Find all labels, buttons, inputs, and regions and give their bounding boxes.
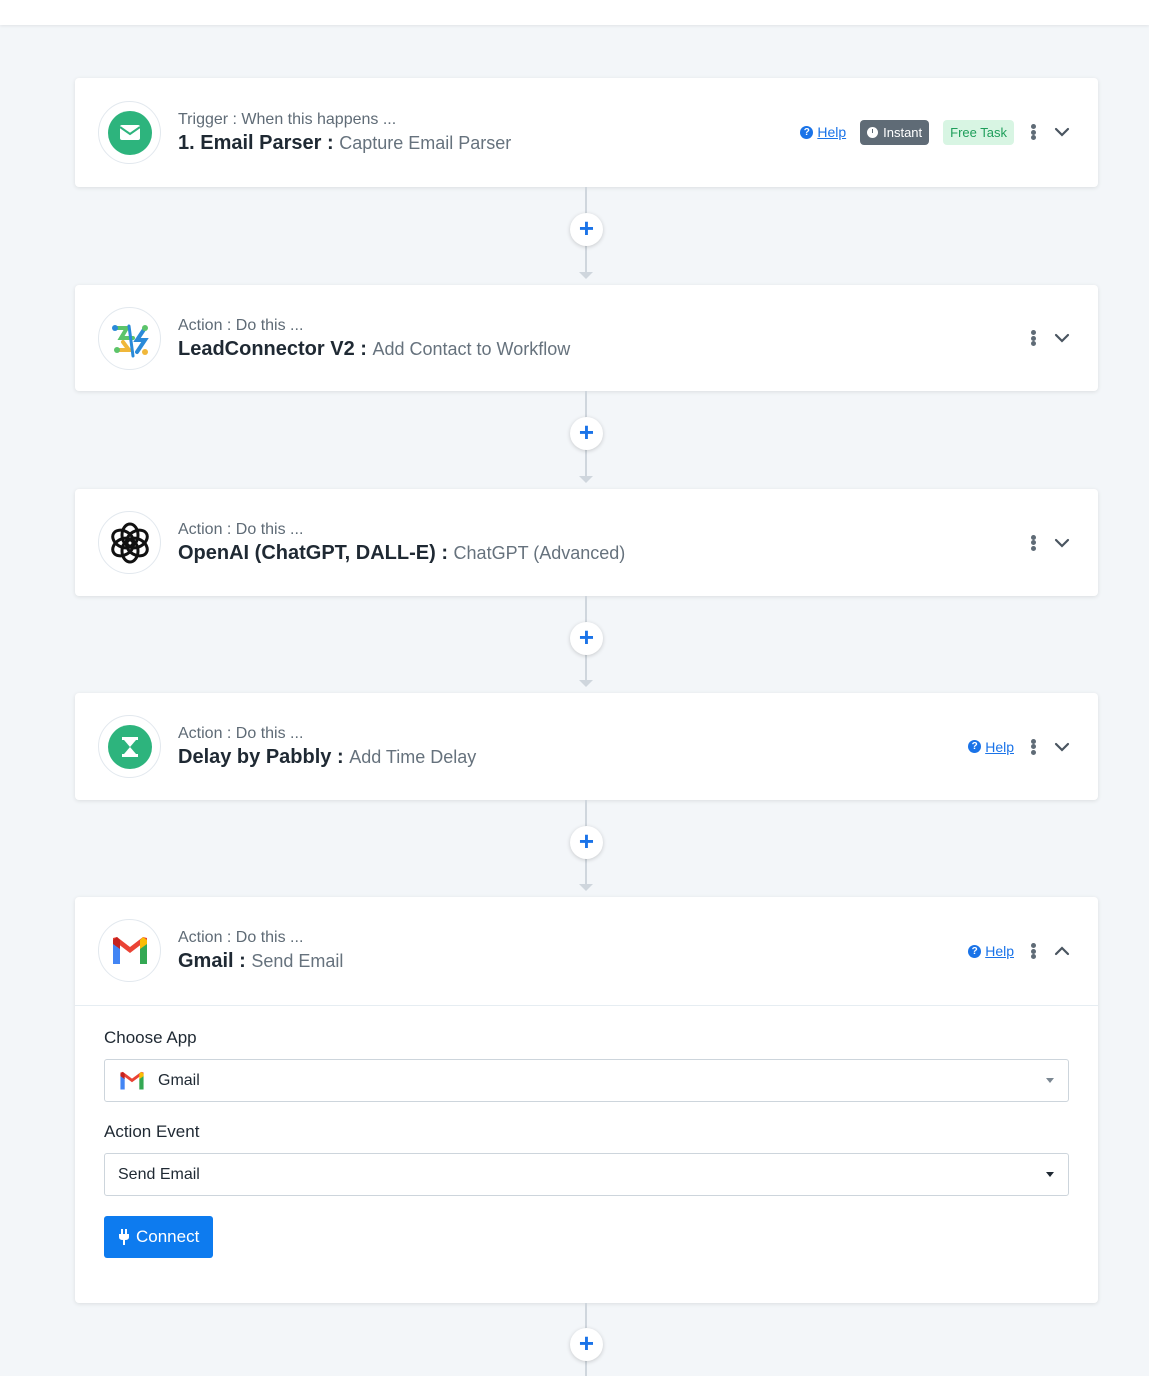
step-controls xyxy=(1028,285,1072,391)
step-card-delay: Action : Do this ... Delay by Pabbly : A… xyxy=(75,693,1098,800)
step-label: Action : Do this ... xyxy=(178,521,304,538)
step-label: Action : Do this ... xyxy=(178,725,304,742)
hourglass-icon xyxy=(98,715,161,778)
step-title: Gmail : Send Email xyxy=(178,950,343,973)
chevron-down-icon[interactable] xyxy=(1052,328,1072,348)
connector-arrow xyxy=(579,884,593,891)
help-link[interactable]: ? Help xyxy=(800,124,846,140)
action-event-select[interactable]: Send Email xyxy=(104,1153,1069,1196)
help-link[interactable]: ? Help xyxy=(968,739,1014,755)
connector-arrow xyxy=(579,272,593,279)
step-label: Action : Do this ... xyxy=(178,317,304,334)
step-header[interactable]: Action : Do this ... Delay by Pabbly : A… xyxy=(75,693,1098,800)
step-app-name: 1. Email Parser : xyxy=(178,132,334,154)
openai-icon xyxy=(98,511,161,574)
add-step-button[interactable]: + xyxy=(570,826,603,859)
step-app-name: OpenAI (ChatGPT, DALL-E) : xyxy=(178,542,448,564)
step-header[interactable]: Action : Do this ... LeadConnector V2 : … xyxy=(75,285,1098,391)
step-card-leadconnector: Action : Do this ... LeadConnector V2 : … xyxy=(75,285,1098,391)
step-title: 1. Email Parser : Capture Email Parser xyxy=(178,132,511,155)
connector-arrow xyxy=(579,476,593,483)
step-event-name: Capture Email Parser xyxy=(339,133,512,153)
action-event-value: Send Email xyxy=(118,1165,200,1183)
clock-icon xyxy=(867,126,879,138)
top-bar xyxy=(0,0,1149,25)
step-header[interactable]: Action : Do this ... OpenAI (ChatGPT, DA… xyxy=(75,489,1098,596)
gmail-icon xyxy=(98,919,161,982)
step-header[interactable]: Action : Do this ... Gmail : Send Email … xyxy=(75,897,1098,1005)
gmail-icon xyxy=(120,1071,144,1090)
add-step-button[interactable]: + xyxy=(570,1328,603,1361)
caret-down-icon xyxy=(1046,1172,1054,1177)
step-event-name: Add Time Delay xyxy=(349,747,477,767)
step-label: Trigger : When this happens ... xyxy=(178,111,397,128)
free-task-badge: Free Task xyxy=(943,119,1014,145)
more-options-icon[interactable] xyxy=(1028,737,1038,757)
step-card-openai: Action : Do this ... OpenAI (ChatGPT, DA… xyxy=(75,489,1098,596)
step-label: Action : Do this ... xyxy=(178,929,304,946)
more-options-icon[interactable] xyxy=(1028,941,1038,961)
more-options-icon[interactable] xyxy=(1028,328,1038,348)
help-label: Help xyxy=(817,124,847,140)
connect-button[interactable]: Connect xyxy=(104,1216,214,1258)
step-app-name: Delay by Pabbly : xyxy=(178,746,344,768)
email-parser-icon xyxy=(98,101,161,164)
add-step-button[interactable]: + xyxy=(570,622,603,655)
step-controls xyxy=(1028,489,1072,596)
step-config-form: Choose App Gmail Action Event Send Email xyxy=(75,1005,1098,1302)
choose-app-value: Gmail xyxy=(158,1071,200,1089)
help-icon: ? xyxy=(968,740,982,753)
step-event-name: ChatGPT (Advanced) xyxy=(453,543,626,563)
step-event-name: Send Email xyxy=(251,951,344,971)
action-event-label: Action Event xyxy=(104,1122,200,1141)
step-event-name: Add Contact to Workflow xyxy=(372,339,571,359)
help-icon: ? xyxy=(800,125,814,139)
step-controls: ? Help xyxy=(968,693,1072,800)
step-title: OpenAI (ChatGPT, DALL-E) : ChatGPT (Adva… xyxy=(178,542,625,565)
add-step-button[interactable]: + xyxy=(570,213,603,246)
help-icon: ? xyxy=(968,944,982,958)
step-controls: ? Help Instant Free Task xyxy=(800,78,1072,186)
chevron-down-icon[interactable] xyxy=(1052,737,1072,757)
chevron-down-icon[interactable] xyxy=(1052,122,1072,142)
step-card-gmail: Action : Do this ... Gmail : Send Email … xyxy=(75,897,1098,1303)
chevron-down-icon[interactable] xyxy=(1052,533,1072,553)
leadconnector-icon xyxy=(98,307,161,370)
step-controls: ? Help xyxy=(968,897,1072,1005)
add-step-button[interactable]: + xyxy=(570,417,603,450)
step-title: LeadConnector V2 : Add Contact to Workfl… xyxy=(178,338,570,361)
choose-app-select[interactable]: Gmail xyxy=(104,1059,1069,1102)
connect-label: Connect xyxy=(136,1227,200,1246)
step-card-trigger: Trigger : When this happens ... 1. Email… xyxy=(75,78,1098,187)
chevron-up-icon[interactable] xyxy=(1052,941,1072,961)
more-options-icon[interactable] xyxy=(1028,122,1038,142)
help-label: Help xyxy=(985,943,1014,959)
help-link[interactable]: ? Help xyxy=(968,943,1014,959)
caret-down-icon xyxy=(1046,1078,1054,1083)
step-app-name: LeadConnector V2 : xyxy=(178,338,367,360)
connector-arrow xyxy=(579,680,593,687)
step-title: Delay by Pabbly : Add Time Delay xyxy=(178,746,476,769)
plug-icon xyxy=(119,1229,129,1245)
instant-badge: Instant xyxy=(860,119,930,145)
help-label: Help xyxy=(985,738,1014,755)
instant-label: Instant xyxy=(883,124,923,140)
choose-app-label: Choose App xyxy=(104,1028,197,1047)
step-app-name: Gmail : xyxy=(178,950,246,972)
step-header[interactable]: Trigger : When this happens ... 1. Email… xyxy=(75,78,1098,186)
more-options-icon[interactable] xyxy=(1028,533,1038,553)
